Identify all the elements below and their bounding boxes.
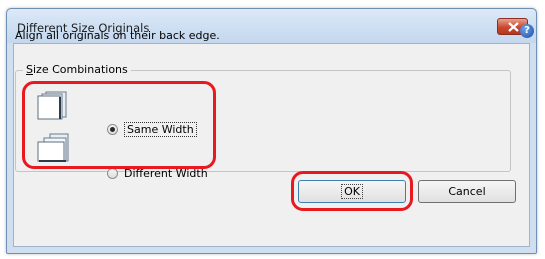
help-icon[interactable]: ?	[520, 24, 534, 38]
cancel-button[interactable]: Cancel	[418, 180, 516, 203]
ok-highlight-box	[291, 171, 413, 211]
instruction-text: Align all originals on their back edge.	[15, 29, 220, 42]
close-icon	[508, 22, 519, 32]
radio-button-unchecked[interactable]	[107, 168, 118, 179]
options-highlight-box	[22, 81, 216, 169]
group-legend: Size Combinations	[23, 63, 131, 76]
